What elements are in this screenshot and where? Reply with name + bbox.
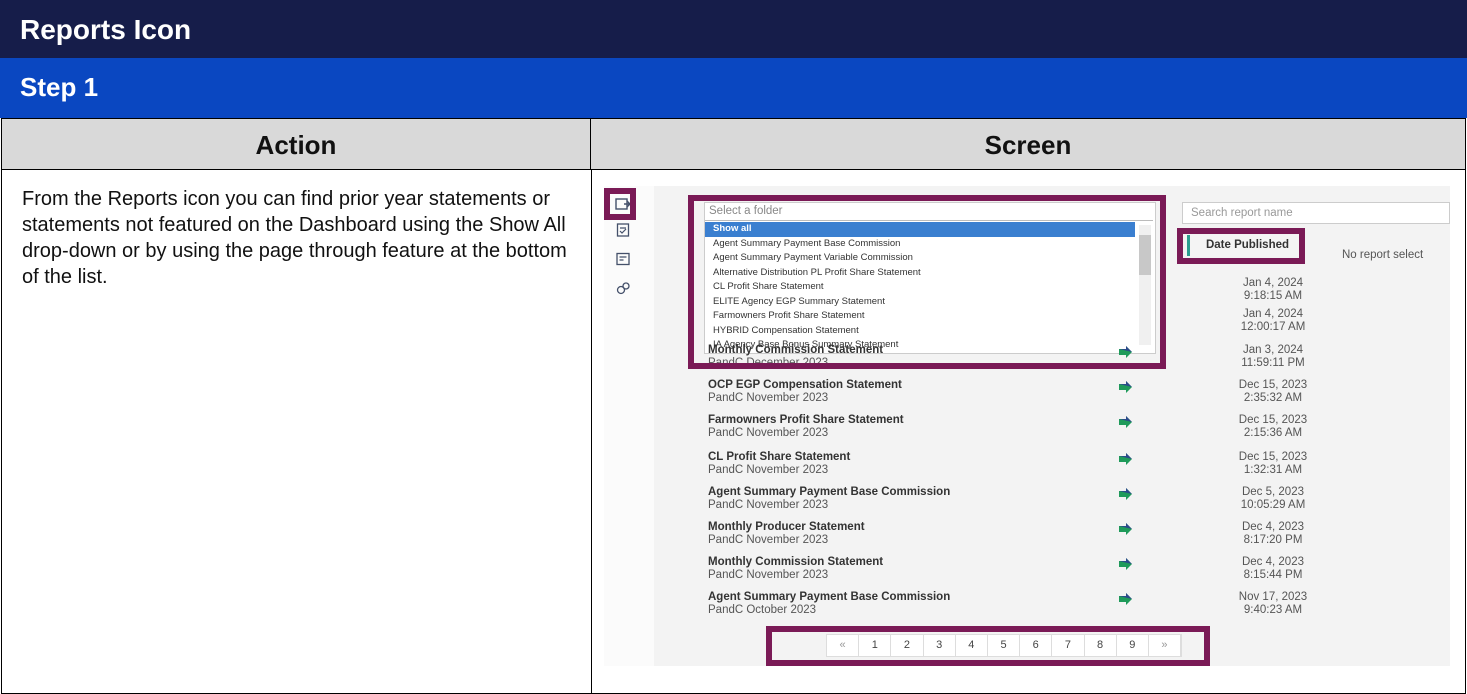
pagination-highlight: [766, 626, 1210, 666]
download-arrow-icon[interactable]: [1118, 488, 1132, 500]
report-date: Dec 5, 2023 10:05:29 AM: [1240, 486, 1306, 511]
report-subtitle: PandC November 2023: [708, 499, 829, 511]
report-subtitle: PandC November 2023: [708, 534, 829, 546]
download-arrow-icon[interactable]: [1118, 558, 1132, 570]
report-subtitle: PandC November 2023: [708, 569, 829, 581]
report-date: Nov 17, 2023 9:40:23 AM: [1238, 591, 1308, 616]
list-item[interactable]: Agent Summary Payment Base Commission Pa…: [708, 591, 1308, 625]
no-report-text: No report select: [1342, 249, 1424, 261]
list-item[interactable]: Farmowners Profit Share Statement PandC …: [708, 414, 1308, 448]
step-title: Step 1: [0, 58, 1467, 118]
sidebar: [604, 186, 654, 666]
report-date: Dec 15, 2023 2:15:36 AM: [1238, 414, 1308, 439]
report-title[interactable]: Monthly Producer Statement: [708, 521, 865, 533]
reports-screenshot: Select a folder Show all Agent Summary P…: [604, 186, 1450, 666]
dropdown-highlight: [688, 195, 1166, 369]
report-title[interactable]: OCP EGP Compensation Statement: [708, 379, 902, 391]
download-arrow-icon[interactable]: [1118, 416, 1132, 428]
report-title[interactable]: Farmowners Profit Share Statement: [708, 414, 904, 426]
list-item[interactable]: Monthly Producer Statement PandC Novembe…: [708, 521, 1308, 555]
report-title[interactable]: Monthly Commission Statement: [708, 556, 883, 568]
report-date: Dec 15, 2023 1:32:31 AM: [1238, 451, 1308, 476]
report-date: Jan 4, 2024 12:00:17 AM: [1240, 308, 1306, 333]
report-title[interactable]: Agent Summary Payment Base Commission: [708, 486, 950, 498]
report-subtitle: PandC November 2023: [708, 427, 829, 439]
download-arrow-icon[interactable]: [1118, 593, 1132, 605]
settings-gear-icon[interactable]: [615, 281, 631, 297]
report-subtitle: PandC November 2023: [708, 464, 829, 476]
report-date: Jan 4, 2024 9:18:15 AM: [1242, 277, 1304, 302]
report-title[interactable]: CL Profit Share Statement: [708, 451, 850, 463]
report-date: Dec 4, 2023 8:17:20 PM: [1241, 521, 1304, 546]
report-date: Jan 3, 2024 11:59:11 PM: [1241, 344, 1305, 369]
list-item[interactable]: CL Profit Share Statement PandC November…: [708, 451, 1308, 485]
page-title: Reports Icon: [0, 0, 1467, 58]
list-item[interactable]: Agent Summary Payment Base Commission Pa…: [708, 486, 1308, 520]
report-date: Dec 4, 2023 8:15:44 PM: [1241, 556, 1304, 581]
download-arrow-icon[interactable]: [1118, 453, 1132, 465]
report-subtitle: PandC October 2023: [708, 604, 817, 616]
action-text: From the Reports icon you can find prior…: [22, 188, 567, 288]
download-arrow-icon[interactable]: [1118, 381, 1132, 393]
date-published-highlight: [1177, 228, 1305, 264]
search-report-input[interactable]: Search report name: [1182, 202, 1450, 224]
report-title[interactable]: Agent Summary Payment Base Commission: [708, 591, 950, 603]
column-divider: [591, 170, 592, 694]
screen-header: Screen: [591, 119, 1465, 170]
reports-icon-highlight: [604, 188, 636, 220]
list-item[interactable]: OCP EGP Compensation Statement PandC Nov…: [708, 379, 1308, 413]
list-item[interactable]: Monthly Commission Statement PandC Novem…: [708, 556, 1308, 590]
document-check-icon[interactable]: [615, 223, 631, 239]
statement-icon[interactable]: [615, 252, 631, 268]
download-arrow-icon[interactable]: [1118, 523, 1132, 535]
action-header: Action: [2, 119, 591, 170]
report-subtitle: PandC November 2023: [708, 392, 829, 404]
report-date: Dec 15, 2023 2:35:32 AM: [1238, 379, 1308, 404]
